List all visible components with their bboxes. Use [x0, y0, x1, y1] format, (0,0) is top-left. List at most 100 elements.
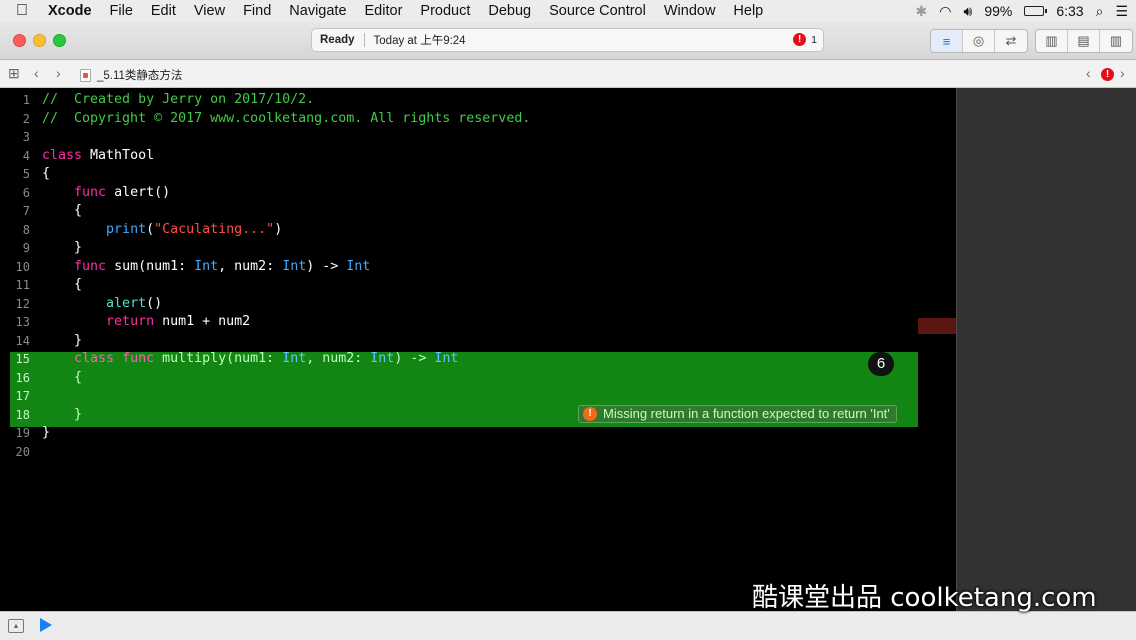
menu-source-control[interactable]: Source Control — [540, 3, 655, 19]
activity-viewer: Ready Today at 上午9:24 ! 1 — [311, 28, 824, 52]
code-line[interactable]: 15 class func multiply(num1: Int, num2: … — [0, 350, 956, 369]
code-token: class — [74, 351, 115, 366]
minimap[interactable] — [956, 88, 1136, 611]
code-line[interactable]: 10 func sum(num1: Int, num2: Int) -> Int — [0, 258, 956, 277]
menu-debug[interactable]: Debug — [479, 3, 540, 19]
menu-product[interactable]: Product — [411, 3, 479, 19]
source-editor[interactable]: 6 1 // Created by Jerry on 2017/10/2. 2 // … — [0, 88, 956, 611]
battery-percent[interactable]: 99% — [984, 3, 1012, 19]
line-number: 11 — [15, 278, 30, 292]
code-token: Int — [194, 258, 219, 274]
utilities-toggle-icon[interactable]: ▥ — [1100, 30, 1132, 52]
menu-view[interactable]: View — [185, 3, 234, 19]
code-token: alert — [106, 295, 147, 311]
volume-icon[interactable]: 🔊︎ — [963, 3, 972, 20]
code-line[interactable]: 14 } — [0, 332, 956, 351]
code-line[interactable]: 11 { — [0, 276, 956, 295]
code-line[interactable]: 17 — [0, 387, 956, 406]
code-line[interactable]: 19} — [0, 424, 956, 443]
code-line[interactable]: 9 } — [0, 239, 956, 258]
version-editor-icon[interactable]: ⇄ — [995, 30, 1027, 52]
menu-xcode[interactable]: Xcode — [44, 3, 101, 19]
hide-debug-icon[interactable]: ▴ — [8, 619, 24, 633]
code-line[interactable]: 13 return num1 + num2 — [0, 313, 956, 332]
battery-icon[interactable] — [1024, 6, 1048, 16]
code-token: print — [106, 221, 147, 237]
assistant-editor-icon[interactable]: ◎ — [963, 30, 995, 52]
line-number: 20 — [15, 444, 30, 459]
code-token: Int — [282, 258, 307, 274]
line-number: 6 — [22, 185, 30, 200]
line-number: 2 — [22, 111, 30, 126]
code-token: sum(num1: — [106, 258, 195, 274]
menu-edit[interactable]: Edit — [142, 3, 185, 19]
run-icon[interactable] — [40, 618, 52, 632]
code-line[interactable]: 4 class MathTool — [0, 147, 956, 166]
line-number: 12 — [15, 296, 30, 311]
debug-area-toggle-icon[interactable]: ▤ — [1068, 30, 1100, 52]
panel-toggle-segment: ▥ ▤ ▥ — [1035, 29, 1133, 53]
navigator-toggle-icon[interactable]: ▥ — [1036, 30, 1068, 52]
close-window-icon[interactable] — [13, 34, 26, 47]
jump-bar: ⊞ ‹ › _5.11类静态方法 ‹ ! › — [0, 60, 1136, 88]
line-number: 14 — [15, 333, 30, 348]
code-line[interactable]: 2 // Copyright © 2017 www.coolketang.com.… — [0, 110, 956, 129]
minimize-icon[interactable] — [33, 34, 46, 47]
menu-find[interactable]: Find — [234, 3, 280, 19]
watermark: 酷课堂出品 coolketang.com — [752, 583, 1097, 613]
code-token: Int — [346, 258, 371, 274]
list-icon[interactable]: ☰ — [1115, 3, 1128, 20]
back-icon[interactable]: ‹ — [34, 65, 39, 81]
code-token: "Caculating..." — [154, 221, 275, 237]
code-text: { — [42, 369, 82, 388]
line-number: 13 — [15, 315, 30, 329]
grid-icon[interactable]: ⊞ — [8, 65, 20, 82]
code-token: , num2: — [306, 351, 371, 366]
code-token: , num2: — [218, 258, 283, 274]
code-text: // Copyright © 2017 www.coolketang.com. … — [42, 110, 530, 129]
code-line[interactable]: 1 // Created by Jerry on 2017/10/2. — [0, 91, 956, 110]
code-text: } — [42, 239, 82, 258]
menu-help[interactable]: Help — [724, 3, 772, 19]
code-text: { — [42, 276, 82, 295]
zoom-icon[interactable] — [53, 34, 66, 47]
code-token: ( — [146, 221, 155, 237]
code-line[interactable]: 6 func alert() — [0, 184, 956, 203]
error-indicator[interactable]: ! 1 — [793, 33, 817, 46]
line-number: 1 — [22, 93, 30, 107]
apple-icon[interactable]:  — [0, 2, 44, 20]
code-line[interactable]: 12 alert() — [0, 295, 956, 314]
search-icon[interactable]: ⌕ — [1096, 3, 1104, 20]
line-number: 5 — [22, 167, 30, 181]
code-token: func — [122, 351, 155, 366]
divider — [363, 33, 365, 47]
error-icon: ! — [583, 407, 597, 421]
code-line[interactable]: 3 — [0, 128, 956, 147]
code-line[interactable]: 16 { — [0, 369, 956, 388]
jump-bar-file[interactable]: _5.11类静态方法 — [80, 67, 182, 83]
issue-back-icon[interactable]: ‹ — [1086, 65, 1091, 81]
code-line[interactable]: 7 { — [0, 202, 956, 221]
code-token: } — [42, 332, 83, 348]
forward-icon[interactable]: › — [56, 65, 61, 81]
code-token: MathTool — [82, 147, 155, 163]
error-icon[interactable]: ! — [1101, 68, 1114, 81]
bluetooth-icon[interactable]: ✱ — [916, 3, 928, 20]
menu-editor[interactable]: Editor — [356, 3, 412, 19]
clock[interactable]: 6:33 — [1056, 3, 1083, 19]
code-line[interactable]: 5{ — [0, 165, 956, 184]
standard-editor-icon[interactable]: ≡ — [931, 30, 963, 52]
build-timestamp: Today at 上午9:24 — [373, 35, 466, 47]
code-line[interactable]: 8 print("Caculating...") — [0, 221, 956, 240]
issue-forward-icon[interactable]: › — [1120, 65, 1125, 81]
code-line[interactable]: 20 — [0, 443, 956, 462]
wifi-icon[interactable]: ◠ — [939, 3, 951, 20]
menu-navigate[interactable]: Navigate — [280, 3, 355, 19]
code-token: ) -> — [394, 351, 435, 366]
menu-window[interactable]: Window — [655, 3, 725, 19]
code-token: { — [42, 277, 83, 292]
error-message[interactable]: ! Missing return in a function expected … — [578, 405, 897, 423]
menu-file[interactable]: File — [101, 3, 142, 19]
